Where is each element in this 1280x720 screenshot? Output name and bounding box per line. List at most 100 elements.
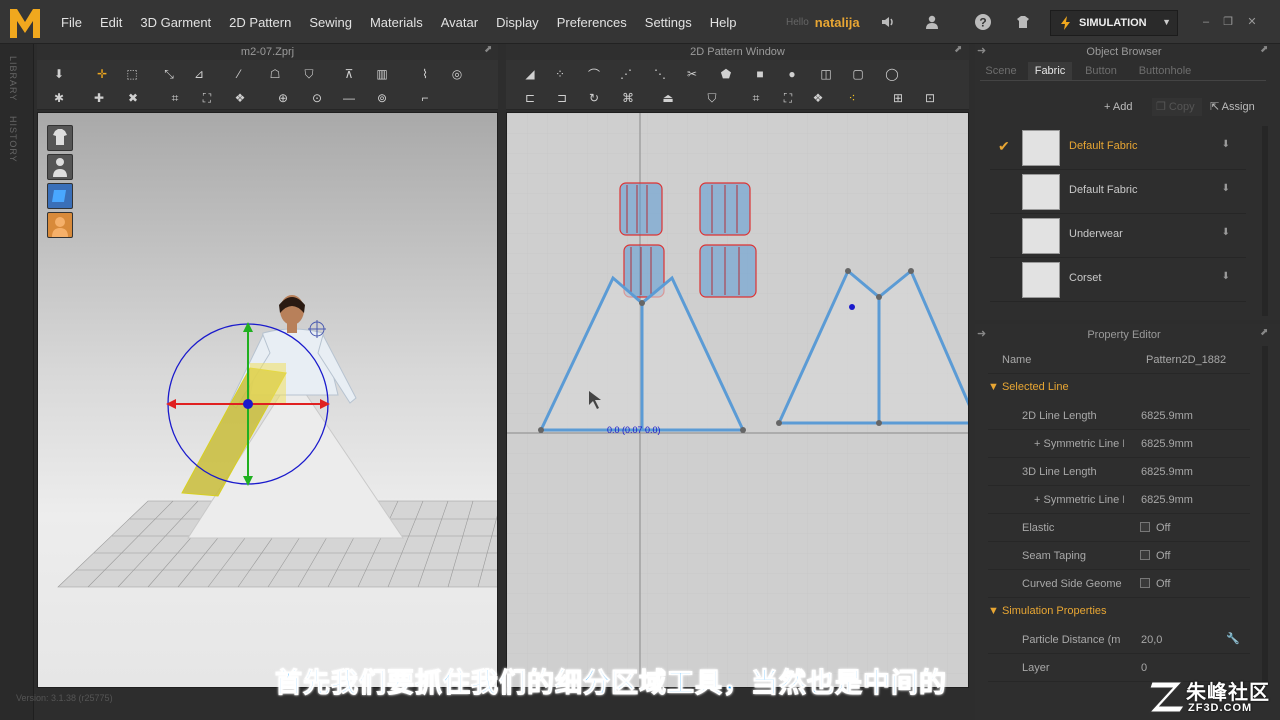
close-icon[interactable]: ✕	[1246, 16, 1258, 28]
elastic-toggle[interactable]: Off	[1140, 522, 1170, 534]
sewing-icon[interactable]: ↻	[584, 89, 604, 107]
transform-icon[interactable]: ✛	[92, 65, 112, 83]
dart-icon[interactable]: ⊐	[552, 89, 572, 107]
menu-materials[interactable]: Materials	[361, 0, 432, 44]
tool-b-icon[interactable]: ✖	[123, 89, 143, 107]
menu-edit[interactable]: Edit	[91, 0, 131, 44]
prop-value[interactable]: Pattern2D_1882	[1146, 354, 1226, 366]
prop-value[interactable]: 6825.9mm	[1141, 466, 1193, 478]
add-button[interactable]: + Add	[1100, 98, 1148, 116]
menu-3d-garment[interactable]: 3D Garment	[131, 0, 220, 44]
copy-button[interactable]: ❐ Copy	[1152, 98, 1202, 116]
minimize-icon[interactable]: –	[1200, 16, 1212, 28]
tool-c-icon[interactable]: ⌗	[165, 89, 185, 107]
tool-f-icon[interactable]: ⌗	[746, 89, 766, 107]
assign-button[interactable]: ⇱ Assign	[1206, 98, 1266, 116]
tape-icon[interactable]: ◎	[447, 65, 467, 83]
chevron-down-icon[interactable]: ▼	[1162, 17, 1171, 27]
maximize-browser-icon[interactable]: ⬈	[1260, 44, 1268, 55]
curved-side-toggle[interactable]: Off	[1140, 578, 1170, 590]
book-icon[interactable]: ▥	[372, 65, 392, 83]
speaker-icon[interactable]	[878, 12, 898, 32]
tab-fabric[interactable]: Fabric	[1028, 62, 1072, 80]
checkbox-icon[interactable]	[1140, 550, 1150, 560]
menu-avatar[interactable]: Avatar	[432, 0, 487, 44]
download-icon[interactable]: ⬇	[1222, 271, 1230, 282]
download-icon[interactable]: ⬇	[1222, 227, 1230, 238]
tool-i-icon[interactable]: ⁖	[842, 89, 862, 107]
section-simulation[interactable]: ▼ Simulation Properties	[988, 600, 1107, 622]
help-icon[interactable]: ?	[973, 12, 993, 32]
garment-shop-icon[interactable]	[1013, 12, 1033, 32]
prop-value[interactable]: 0	[1141, 662, 1147, 674]
prop-value[interactable]: 6825.9mm	[1141, 438, 1193, 450]
iron-icon[interactable]: ⏏	[658, 89, 678, 107]
tool-a-icon[interactable]: ✚	[89, 89, 109, 107]
username[interactable]: natalija	[815, 15, 860, 30]
cut-curve-icon[interactable]: ✂	[682, 65, 702, 83]
polygon-icon[interactable]: ⬟	[716, 65, 736, 83]
download-icon[interactable]: ⬇	[1222, 139, 1230, 150]
pin-icon[interactable]: ⁄	[229, 65, 249, 83]
tack-icon[interactable]: ☖	[265, 65, 285, 83]
prop-scrollbar[interactable]	[1262, 346, 1268, 686]
button-tool-icon[interactable]: ⊕	[273, 89, 293, 107]
collapse-arrow-icon[interactable]: ➜	[977, 44, 986, 57]
viewport-3d[interactable]	[37, 112, 498, 688]
internal-polygon-icon[interactable]: ◫	[816, 65, 836, 83]
tool-e-icon[interactable]: ❖	[230, 89, 250, 107]
menu-2d-pattern[interactable]: 2D Pattern	[220, 0, 300, 44]
arrange-icon[interactable]: ⊼	[339, 65, 359, 83]
trace-icon[interactable]: ⊏	[520, 89, 540, 107]
fold-icon[interactable]: ⊿	[189, 65, 209, 83]
seam-taping-toggle[interactable]: Off	[1140, 550, 1170, 562]
add-point-icon[interactable]: ⋰	[616, 65, 636, 83]
maximize-prop-icon[interactable]: ⬈	[1260, 327, 1268, 338]
restore-icon[interactable]: ❐	[1222, 16, 1234, 28]
grid-b-icon[interactable]: ⊡	[920, 89, 940, 107]
tool-h-icon[interactable]: ❖	[808, 89, 828, 107]
tool-g-icon[interactable]: ⛶	[778, 89, 798, 107]
menu-preferences[interactable]: Preferences	[548, 0, 636, 44]
wrench-icon[interactable]: 🔧	[1226, 632, 1240, 645]
box-select-icon[interactable]: ⬚	[122, 65, 142, 83]
fabric-row-2[interactable]: Underwear ⬇	[990, 214, 1246, 258]
menu-help[interactable]: Help	[701, 0, 746, 44]
avatar-pose-icon[interactable]: ✱	[49, 89, 69, 107]
tab-buttonhole[interactable]: Buttonhole	[1130, 62, 1200, 80]
collapse-prop-icon[interactable]: ➜	[977, 327, 986, 340]
shirt-2d-icon[interactable]: ⛉	[702, 89, 722, 107]
viewport-2d[interactable]: 0.0 (0.07 0.0)	[506, 112, 969, 688]
circle-icon[interactable]: ●	[782, 65, 802, 83]
zipper-b-icon[interactable]: ⊚	[372, 89, 392, 107]
checkbox-icon[interactable]	[1140, 578, 1150, 588]
library-tab[interactable]: LIBRARY	[8, 56, 18, 101]
prop-value[interactable]: 20,0	[1141, 634, 1162, 646]
tab-scene[interactable]: Scene	[980, 62, 1022, 80]
shirt-icon[interactable]: ⛉	[299, 65, 319, 83]
button-select-icon[interactable]: ⊙	[307, 89, 327, 107]
fabric-row-3[interactable]: Corset ⬇	[990, 258, 1246, 302]
prop-value[interactable]: 6825.9mm	[1141, 410, 1193, 422]
curve-point-icon[interactable]: ⋱	[650, 65, 670, 83]
menu-settings[interactable]: Settings	[636, 0, 701, 44]
edit-curvature-icon[interactable]: ⌒	[584, 65, 604, 83]
maximize-2d-icon[interactable]: ⬈	[954, 44, 962, 55]
select-move-icon[interactable]: ⬇	[49, 65, 69, 83]
menu-file[interactable]: File	[52, 0, 91, 44]
simulation-button[interactable]: SIMULATION ▼	[1050, 10, 1178, 36]
scale-icon[interactable]: ⤡	[159, 65, 179, 83]
pleat-icon[interactable]: ⌘	[618, 89, 638, 107]
edit-pattern-icon[interactable]: ◢	[520, 65, 540, 83]
tool-d-icon[interactable]: ⛶	[197, 89, 217, 107]
rectangle-icon[interactable]: ■	[750, 65, 770, 83]
user-icon[interactable]	[922, 12, 942, 32]
grid-icon[interactable]: ⊞	[888, 89, 908, 107]
maximize-3d-icon[interactable]: ⬈	[484, 44, 492, 55]
prop-value[interactable]: 6825.9mm	[1141, 494, 1193, 506]
needle-icon[interactable]: ⌇	[415, 65, 435, 83]
checkbox-icon[interactable]	[1140, 522, 1150, 532]
internal-rect-icon[interactable]: ▢	[848, 65, 868, 83]
browser-scrollbar[interactable]	[1262, 126, 1268, 316]
puckering-icon[interactable]: ⌐	[415, 89, 435, 107]
